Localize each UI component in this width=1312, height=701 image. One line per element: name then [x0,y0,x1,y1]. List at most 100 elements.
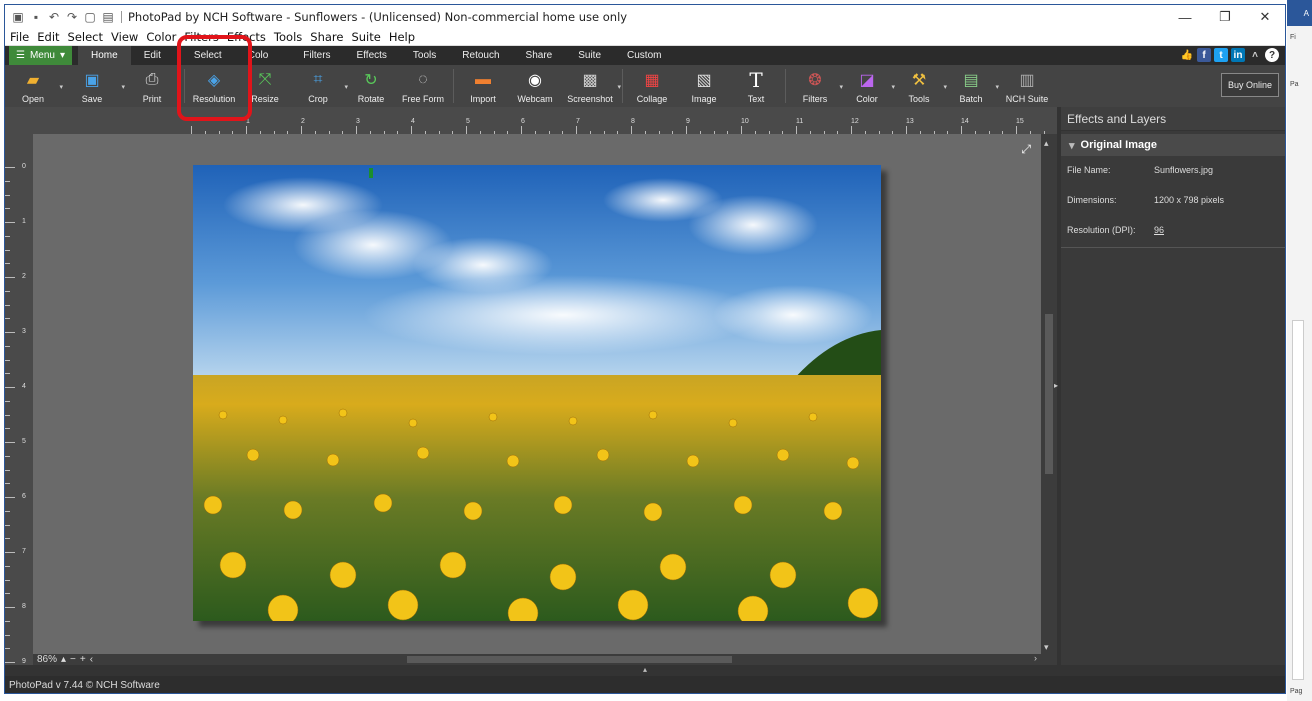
import-button[interactable]: ▬ Import [457,65,509,107]
ruler-tick [5,304,10,306]
menu-suite[interactable]: Suite [351,30,380,44]
zoom-spin-icon[interactable]: ▴ [61,654,66,665]
like-icon[interactable]: 👍 [1180,48,1194,62]
tab-tools[interactable]: Tools [400,46,449,65]
nch-suite-button[interactable]: ▥ NCH Suite [997,65,1057,107]
collapse-ribbon-icon[interactable]: ˄ [1248,48,1262,62]
ruler-tick [5,208,10,210]
twitter-icon[interactable]: t [1214,48,1228,62]
tab-filters[interactable]: Filters [281,46,343,65]
batch-label: Batch [959,94,983,104]
expand-bottom-icon[interactable]: ▴ [643,665,647,674]
help-icon[interactable]: ? [1265,48,1279,62]
resolution-row: Resolution (DPI): 96 [1061,216,1285,246]
scroll-down-icon[interactable]: ▾ [1044,642,1049,653]
tab-retouch[interactable]: Retouch [449,46,512,65]
file-name-key: File Name: [1067,165,1111,175]
scroll-up-icon[interactable]: ▴ [1044,138,1049,149]
canvas-marker [369,168,373,178]
vertical-scrollbar[interactable]: ▴ ▾ [1041,134,1057,665]
linkedin-icon[interactable]: in [1231,48,1245,62]
ruler-number: 0 [22,163,26,170]
ruler-number: 12 [851,118,859,125]
ruler-tick [851,126,852,134]
text-label: Text [747,94,765,104]
original-image-section[interactable]: ▾ Original Image [1061,134,1285,156]
minimize-button[interactable]: — [1165,5,1205,29]
webcam-icon: ◉ [528,72,542,89]
fullscreen-icon[interactable]: ⤢ [1021,142,1031,157]
menu-edit[interactable]: Edit [37,30,59,44]
rotate-button[interactable]: ↻ Rotate [346,65,396,107]
nch-suite-icon: ▥ [1019,72,1035,89]
webcam-button[interactable]: ◉ Webcam [509,65,561,107]
tools-button[interactable]: ⚒ Tools ▾ [893,65,947,107]
free-form-button[interactable]: ◌ Free Form [396,65,450,107]
screenshot-dropdown-icon[interactable]: ▾ [617,83,621,91]
menu-file[interactable]: File [10,30,29,44]
batch-button[interactable]: ▤ Batch ▾ [945,65,999,107]
tab-custom[interactable]: Custom [614,46,674,65]
image-canvas[interactable]: ⤢ [33,134,1041,654]
collage-button[interactable]: ▦ Collage [626,65,678,107]
facebook-icon[interactable]: f [1197,48,1211,62]
paste-icon[interactable]: ▤ [101,10,115,24]
horizontal-scrollbar[interactable]: › [33,653,1041,665]
text-button[interactable]: T Text [730,65,782,107]
ruler-tick [5,194,10,196]
menu-help[interactable]: Help [389,30,415,44]
restore-button[interactable]: ❐ [1205,5,1245,29]
zoom-level[interactable]: 86% [37,654,57,665]
main-menu-button[interactable]: ☰ Menu ▾ [9,46,72,65]
scroll-left-icon[interactable]: ‹ [90,654,93,665]
tab-suite[interactable]: Suite [565,46,614,65]
color-button[interactable]: ◪ Color ▾ [841,65,895,107]
filters-label: Filters [802,94,828,104]
tools-icon: ⚒ [911,72,927,89]
menu-tools[interactable]: Tools [274,30,302,44]
menu-color[interactable]: Color [146,30,176,44]
open-button[interactable]: ▰ Open ▾ [5,65,63,107]
menu-view[interactable]: View [111,30,138,44]
vertical-scroll-thumb[interactable] [1045,314,1053,474]
buy-online-button[interactable]: Buy Online [1221,73,1279,97]
ruler-tick [961,126,962,134]
crop-button[interactable]: ⌗ Crop ▾ [290,65,348,107]
filters-button[interactable]: ❂ Filters ▾ [789,65,843,107]
ruler-tick [191,126,192,134]
ruler-tick [5,235,10,237]
zoom-out-icon[interactable]: − [70,654,76,665]
menu-share[interactable]: Share [310,30,343,44]
sunflowers-photo[interactable] [193,165,881,621]
ruler-number: 2 [22,273,26,280]
background-app-edge: A Fi Pa Pag [1287,0,1312,701]
image-label: Image [691,94,717,104]
scroll-right-icon[interactable]: › [1034,653,1037,663]
tab-share[interactable]: Share [513,46,566,65]
save-button[interactable]: ▣ Save ▾ [61,65,125,107]
zoom-in-icon[interactable]: + [80,654,86,665]
ruler-corner [5,107,33,134]
menu-select[interactable]: Select [68,30,103,44]
print-button[interactable]: ⎙ Print [123,65,181,107]
save-label: Save [81,94,103,104]
horizontal-scroll-thumb[interactable] [407,656,732,663]
screenshot-button[interactable]: ▩ Screenshot ▾ [561,65,621,107]
image-button[interactable]: ▧ Image [678,65,730,107]
folder-open-icon: ▰ [26,72,40,89]
tab-edit[interactable]: Edit [131,46,174,65]
undo-icon[interactable]: ↶ [47,10,61,24]
panel-collapse-icon[interactable]: ▸ [1054,381,1058,390]
rotate-label: Rotate [357,94,385,104]
panel-title: Effects and Layers [1061,107,1285,131]
ruler-tick [5,318,10,320]
redo-icon[interactable]: ↷ [65,10,79,24]
background-app-label: Fi [1290,34,1296,41]
dimensions-key: Dimensions: [1067,195,1117,205]
save-icon[interactable]: ▪ [29,10,43,24]
tab-home[interactable]: Home [78,46,131,65]
resolution-value-link[interactable]: 96 [1154,225,1164,235]
close-button[interactable]: ✕ [1245,5,1285,29]
tab-effects[interactable]: Effects [344,46,400,65]
new-icon[interactable]: ▢ [83,10,97,24]
